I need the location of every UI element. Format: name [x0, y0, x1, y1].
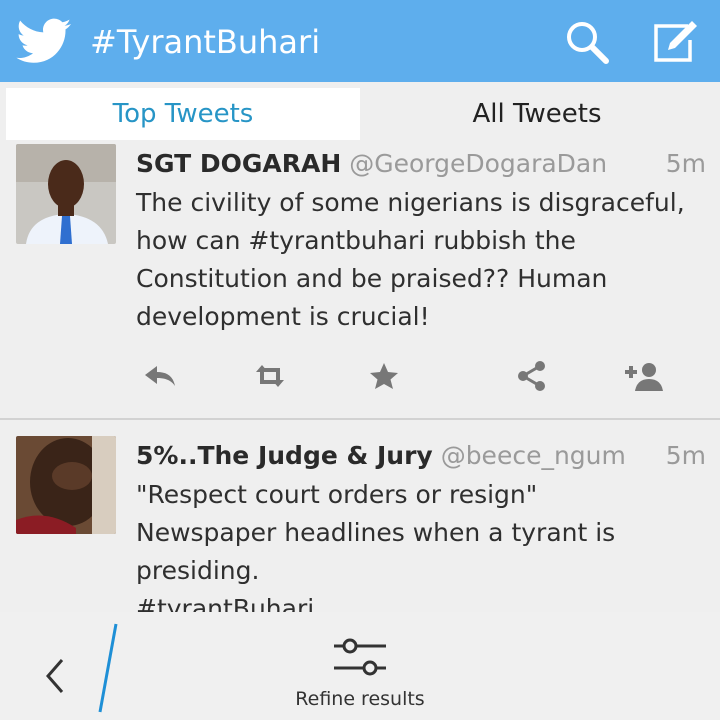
search-button[interactable] [560, 16, 616, 68]
share-button[interactable] [510, 356, 554, 396]
tweet-item[interactable]: SGT DOGARAH @GeorgeDogaraDan 5m The civi… [0, 144, 720, 418]
search-icon [567, 22, 609, 64]
compose-button[interactable] [648, 16, 704, 68]
retweet-button[interactable] [248, 356, 292, 396]
tab-all-tweets[interactable]: All Tweets [360, 88, 714, 140]
twitter-bird-icon [16, 18, 71, 63]
separator-slash [98, 623, 118, 713]
tweet-divider [0, 418, 720, 420]
tweet-item[interactable]: 5%..The Judge & Jury @beece_ngum 5m "Res… [0, 436, 720, 612]
page-title: #TyrantBuhari [90, 23, 321, 61]
retweet-icon [256, 365, 284, 387]
tweet-timestamp: 5m [653, 146, 706, 182]
tweet-author-handle[interactable]: @beece_ngum [441, 441, 626, 470]
sliders-icon [334, 638, 386, 676]
refine-results-button[interactable]: Refine results [290, 628, 430, 718]
avatar[interactable] [16, 436, 116, 534]
tweet-author-name[interactable]: 5%..The Judge & Jury [136, 441, 433, 470]
tweet-timestamp: 5m [653, 438, 706, 474]
tab-bar: Top Tweets All Tweets [0, 82, 720, 144]
tweet-actions [0, 356, 720, 396]
favorite-button[interactable] [362, 356, 406, 396]
back-button[interactable] [30, 646, 78, 706]
app-header: #TyrantBuhari [0, 0, 720, 82]
follow-user-icon [625, 363, 663, 391]
follow-button[interactable] [622, 356, 666, 396]
tab-top-tweets[interactable]: Top Tweets [6, 88, 360, 140]
tweet-author-name[interactable]: SGT DOGARAH [136, 149, 341, 178]
tweet-header: SGT DOGARAH @GeorgeDogaraDan 5m [136, 146, 706, 182]
reply-icon [145, 366, 175, 386]
avatar[interactable] [16, 144, 116, 244]
compose-icon [654, 21, 697, 62]
tweet-text: The civility of some nigerians is disgra… [136, 188, 685, 331]
tweet-text: "Respect court orders or resign" Newspap… [136, 480, 616, 612]
tweet-author-handle[interactable]: @GeorgeDogaraDan [349, 149, 607, 178]
tweet-header: 5%..The Judge & Jury @beece_ngum 5m [136, 438, 706, 474]
chevron-left-icon [46, 659, 64, 693]
reply-button[interactable] [138, 356, 182, 396]
share-icon [518, 361, 545, 391]
refine-results-label: Refine results [295, 688, 425, 710]
favorite-star-icon [370, 363, 398, 389]
bottom-action-bar: Refine results [0, 612, 720, 720]
